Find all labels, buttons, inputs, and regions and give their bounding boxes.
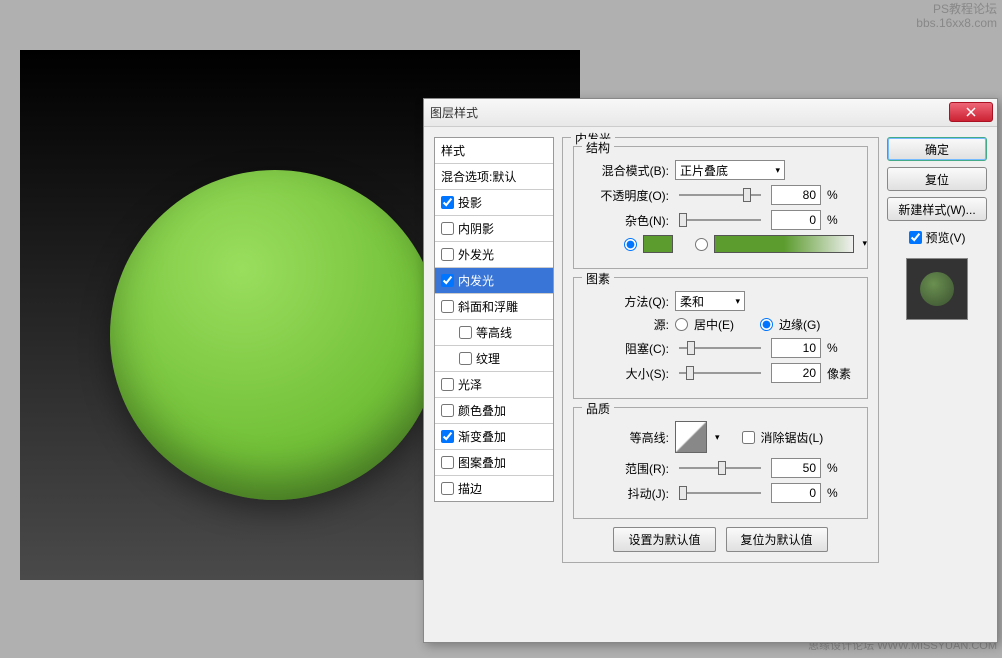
blend-mode-label: 混合模式(B): — [584, 162, 669, 179]
inner-glow-item[interactable]: 内发光 — [435, 268, 553, 294]
outer-glow-checkbox[interactable] — [441, 248, 454, 261]
gradient-overlay-item[interactable]: 渐变叠加 — [435, 424, 553, 450]
texture-item[interactable]: 纹理 — [435, 346, 553, 372]
opacity-input[interactable] — [771, 185, 821, 205]
glow-color-swatch[interactable] — [643, 235, 673, 253]
method-label: 方法(Q): — [584, 293, 669, 310]
drop-shadow-checkbox[interactable] — [441, 196, 454, 209]
opacity-slider[interactable] — [679, 194, 761, 196]
jitter-input[interactable] — [771, 483, 821, 503]
inner-glow-checkbox[interactable] — [441, 274, 454, 287]
source-edge-radio[interactable] — [760, 318, 773, 331]
noise-slider[interactable] — [679, 219, 761, 221]
choke-input[interactable] — [771, 338, 821, 358]
source-center-radio[interactable] — [675, 318, 688, 331]
outer-glow-item[interactable]: 外发光 — [435, 242, 553, 268]
pattern-overlay-item[interactable]: 图案叠加 — [435, 450, 553, 476]
blend-options-item[interactable]: 混合选项:默认 — [435, 164, 553, 190]
inner-glow-panel: 内发光 结构 混合模式(B): 正片叠底 不透明度(O): % 杂色(N): — [562, 137, 879, 563]
new-style-button[interactable]: 新建样式(W)... — [887, 197, 987, 221]
quality-group: 品质 等高线: ▾ 消除锯齿(L) 范围(R): % — [573, 407, 868, 519]
contour-checkbox[interactable] — [459, 326, 472, 339]
contour-item[interactable]: 等高线 — [435, 320, 553, 346]
satin-item[interactable]: 光泽 — [435, 372, 553, 398]
preview-label: 预览(V) — [926, 229, 966, 246]
texture-checkbox[interactable] — [459, 352, 472, 365]
source-label: 源: — [584, 316, 669, 333]
satin-checkbox[interactable] — [441, 378, 454, 391]
close-button[interactable] — [949, 102, 993, 122]
dialog-title: 图层样式 — [430, 104, 478, 121]
styles-column: 样式 混合选项:默认 投影 内阴影 外发光 内发光 斜面和浮雕 等高线 纹理 光… — [434, 137, 554, 632]
green-sphere-preview — [110, 170, 440, 500]
noise-input[interactable] — [771, 210, 821, 230]
contour-label: 等高线: — [584, 429, 669, 446]
dialog-titlebar[interactable]: 图层样式 — [424, 99, 997, 127]
color-radio[interactable] — [624, 238, 637, 251]
styles-header[interactable]: 样式 — [435, 138, 553, 164]
styles-list: 样式 混合选项:默认 投影 内阴影 外发光 内发光 斜面和浮雕 等高线 纹理 光… — [434, 137, 554, 502]
glow-gradient-swatch[interactable] — [714, 235, 854, 253]
settings-column: 内发光 结构 混合模式(B): 正片叠底 不透明度(O): % 杂色(N): — [562, 137, 879, 632]
close-icon — [966, 107, 976, 117]
size-label: 大小(S): — [584, 365, 669, 382]
chevron-down-icon[interactable]: ▾ — [715, 432, 720, 443]
range-input[interactable] — [771, 458, 821, 478]
preview-checkbox[interactable] — [909, 231, 922, 244]
quality-title: 品质 — [582, 400, 614, 417]
contour-picker[interactable] — [675, 421, 707, 453]
stroke-item[interactable]: 描边 — [435, 476, 553, 501]
inner-shadow-item[interactable]: 内阴影 — [435, 216, 553, 242]
size-input[interactable] — [771, 363, 821, 383]
noise-label: 杂色(N): — [584, 212, 669, 229]
elements-title: 图素 — [582, 270, 614, 287]
set-default-button[interactable]: 设置为默认值 — [613, 527, 715, 552]
blend-mode-dropdown[interactable]: 正片叠底 — [675, 160, 785, 180]
bevel-item[interactable]: 斜面和浮雕 — [435, 294, 553, 320]
elements-group: 图素 方法(Q): 柔和 源: 居中(E) 边缘(G) 阻塞(C): — [573, 277, 868, 399]
color-overlay-checkbox[interactable] — [441, 404, 454, 417]
bevel-checkbox[interactable] — [441, 300, 454, 313]
reset-default-button[interactable]: 复位为默认值 — [726, 527, 828, 552]
jitter-slider[interactable] — [679, 492, 761, 494]
choke-slider[interactable] — [679, 347, 761, 349]
drop-shadow-item[interactable]: 投影 — [435, 190, 553, 216]
color-overlay-item[interactable]: 颜色叠加 — [435, 398, 553, 424]
inner-shadow-checkbox[interactable] — [441, 222, 454, 235]
choke-label: 阻塞(C): — [584, 340, 669, 357]
watermark-top: PS教程论坛 bbs.16xx8.com — [916, 2, 997, 30]
method-dropdown[interactable]: 柔和 — [675, 291, 745, 311]
layer-style-dialog: 图层样式 样式 混合选项:默认 投影 内阴影 外发光 内发光 斜面和浮雕 等高线… — [423, 98, 998, 643]
stroke-checkbox[interactable] — [441, 482, 454, 495]
size-slider[interactable] — [679, 372, 761, 374]
cancel-button[interactable]: 复位 — [887, 167, 987, 191]
antialias-checkbox[interactable] — [742, 431, 755, 444]
opacity-label: 不透明度(O): — [584, 187, 669, 204]
gradient-radio[interactable] — [695, 238, 708, 251]
preview-thumbnail — [906, 258, 968, 320]
structure-title: 结构 — [582, 139, 614, 156]
right-buttons-column: 确定 复位 新建样式(W)... 预览(V) — [887, 137, 987, 632]
ok-button[interactable]: 确定 — [887, 137, 987, 161]
range-label: 范围(R): — [584, 460, 669, 477]
jitter-label: 抖动(J): — [584, 485, 669, 502]
gradient-overlay-checkbox[interactable] — [441, 430, 454, 443]
pattern-overlay-checkbox[interactable] — [441, 456, 454, 469]
structure-group: 结构 混合模式(B): 正片叠底 不透明度(O): % 杂色(N): — [573, 146, 868, 269]
range-slider[interactable] — [679, 467, 761, 469]
